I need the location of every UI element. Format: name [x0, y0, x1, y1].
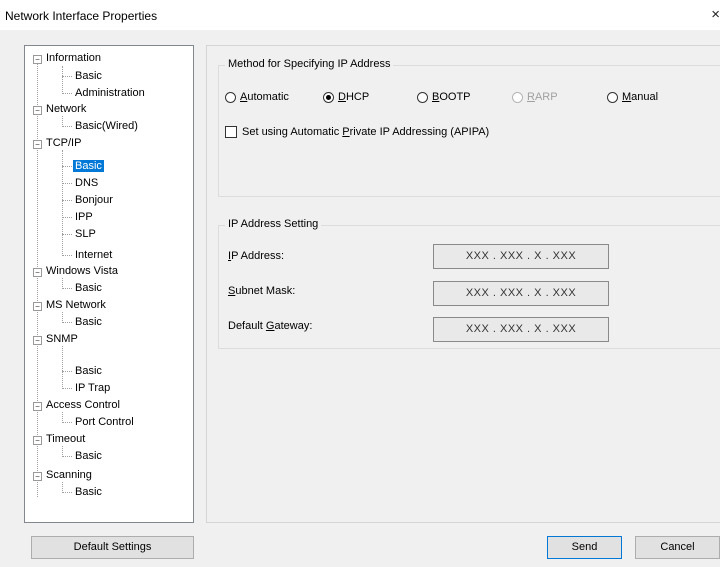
radio-bootp-indicator[interactable]	[417, 91, 428, 103]
radio-rarp-indicator	[512, 91, 523, 103]
tree-item-ms-network[interactable]: MS Network	[46, 297, 106, 313]
send-button[interactable]: Send	[547, 536, 622, 559]
window-title: Network Interface Properties	[5, 9, 158, 23]
tree-item-dns[interactable]: DNS	[75, 175, 98, 191]
radio-rarp: RARP	[512, 91, 558, 103]
tree-connector	[62, 492, 72, 493]
radio-manual[interactable]: Manual	[607, 91, 658, 103]
apipa-label: Set using Automatic Private IP Addressin…	[242, 126, 490, 138]
collapse-icon[interactable]: −	[33, 106, 42, 115]
collapse-icon[interactable]: −	[33, 336, 42, 345]
radio-manual-label: Manual	[622, 91, 659, 103]
tree-item-timeout[interactable]: Timeout	[46, 431, 85, 447]
tree-branch-line	[62, 66, 63, 94]
tree-connector	[62, 371, 72, 372]
tree-connector	[62, 217, 72, 218]
tree-item-snmp[interactable]: SNMP	[46, 331, 78, 347]
tree-connector	[62, 456, 72, 457]
radio-bootp-label: BOOTP	[432, 91, 471, 103]
tree-connector	[62, 288, 72, 289]
tree-connector	[62, 76, 72, 77]
collapse-icon[interactable]: −	[33, 268, 42, 277]
tree-item-windows-vista[interactable]: Windows Vista	[46, 263, 118, 279]
tree-connector	[62, 388, 72, 389]
radio-automatic-label: Automatic	[240, 91, 289, 103]
tree-root-line	[37, 60, 38, 497]
tree-item-scanning[interactable]: Scanning	[46, 467, 92, 483]
tree-item-information-basic[interactable]: Basic	[75, 68, 102, 84]
tree-item-tcpip-basic[interactable]: Basic	[73, 158, 104, 174]
close-icon[interactable]: ×	[711, 6, 720, 23]
tree-item-snmp-basic[interactable]: Basic	[75, 363, 102, 379]
default-gateway-field[interactable]: XXX . XXX . X . XXX	[433, 317, 609, 342]
tree-item-access-control[interactable]: Access Control	[46, 397, 120, 413]
collapse-icon[interactable]: −	[33, 472, 42, 481]
tree-connector	[62, 255, 72, 256]
tree-item-slp[interactable]: SLP	[75, 226, 96, 242]
tree-connector	[62, 322, 72, 323]
selected-tree-label: Basic	[73, 160, 104, 172]
tree-connector	[62, 234, 72, 235]
radio-dhcp-label: DHCP	[338, 91, 370, 103]
tree-connector	[62, 183, 72, 184]
settings-tree: − Information Basic Administration − Net…	[24, 45, 194, 523]
ip-address-label: IP Address:	[228, 250, 285, 262]
radio-rarp-label: RARP	[527, 91, 558, 103]
collapse-icon[interactable]: −	[33, 302, 42, 311]
tree-item-vista-basic[interactable]: Basic	[75, 280, 102, 296]
radio-dhcp[interactable]: DHCP	[323, 91, 369, 103]
title-bar: Network Interface Properties ×	[0, 0, 720, 30]
cancel-button[interactable]: Cancel	[635, 536, 720, 559]
tree-item-internet[interactable]: Internet	[75, 247, 112, 263]
tree-item-port-control[interactable]: Port Control	[75, 414, 134, 430]
radio-automatic[interactable]: Automatic	[225, 91, 289, 103]
tree-item-information[interactable]: Information	[46, 50, 101, 66]
tree-branch-line	[62, 346, 63, 389]
subnet-mask-field[interactable]: XXX . XXX . X . XXX	[433, 281, 609, 306]
network-interface-properties-window: Network Interface Properties × − Informa…	[0, 0, 720, 567]
default-settings-button[interactable]: Default Settings	[31, 536, 194, 559]
tree-item-msnet-basic[interactable]: Basic	[75, 314, 102, 330]
radio-automatic-indicator[interactable]	[225, 91, 236, 103]
tree-connector	[62, 126, 72, 127]
default-gateway-label: Default Gateway:	[228, 320, 313, 332]
collapse-icon[interactable]: −	[33, 402, 42, 411]
tree-item-bonjour[interactable]: Bonjour	[75, 192, 113, 208]
subnet-mask-label: Subnet Mask:	[228, 285, 296, 297]
collapse-icon[interactable]: −	[33, 436, 42, 445]
apipa-checkbox-row[interactable]: Set using Automatic Private IP Addressin…	[225, 126, 489, 138]
collapse-icon[interactable]: −	[33, 55, 42, 64]
tree-item-network[interactable]: Network	[46, 101, 86, 117]
tree-item-network-basic[interactable]: Basic(Wired)	[75, 118, 138, 134]
radio-dhcp-indicator[interactable]	[323, 91, 334, 103]
tree-item-ipp[interactable]: IPP	[75, 209, 93, 225]
ip-settings-group-title: IP Address Setting	[225, 218, 322, 230]
tree-connector	[62, 93, 72, 94]
radio-manual-indicator[interactable]	[607, 91, 618, 103]
tree-connector	[62, 166, 72, 167]
tree-connector	[62, 200, 72, 201]
ip-address-field[interactable]: XXX . XXX . X . XXX	[433, 244, 609, 269]
tree-item-tcpip[interactable]: TCP/IP	[46, 135, 81, 151]
tree-item-administration[interactable]: Administration	[75, 85, 145, 101]
radio-bootp[interactable]: BOOTP	[417, 91, 471, 103]
tree-item-timeout-basic[interactable]: Basic	[75, 448, 102, 464]
tree-connector	[62, 422, 72, 423]
apipa-checkbox[interactable]	[225, 126, 237, 138]
method-group-title: Method for Specifying IP Address	[225, 58, 394, 70]
tree-item-ip-trap[interactable]: IP Trap	[75, 380, 110, 396]
collapse-icon[interactable]: −	[33, 140, 42, 149]
tree-item-scanning-basic[interactable]: Basic	[75, 484, 102, 500]
